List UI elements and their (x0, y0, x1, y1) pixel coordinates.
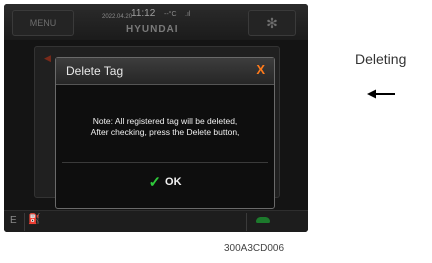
figure-caption: 300A3CD006 (224, 243, 285, 254)
display-screen: MENU 2022.04.20 11:12 --°C .ıl HYUNDAI ✻… (4, 4, 308, 232)
dialog-header: Delete Tag X (56, 58, 274, 85)
deleting-label: Deleting (355, 51, 407, 67)
dialog-title: Delete Tag (66, 64, 124, 78)
ok-button[interactable]: ✓ OK (126, 170, 204, 194)
ok-label: OK (165, 176, 182, 188)
divider (246, 213, 247, 231)
delete-tag-dialog: Delete Tag X Note: All registered tag wi… (55, 57, 275, 209)
signal-icon: .ıl (185, 11, 191, 18)
menu-button[interactable]: MENU (12, 10, 74, 36)
fuel-icon: ⛽ (28, 214, 41, 225)
brand-label: HYUNDAI (126, 24, 179, 35)
fan-button[interactable]: ✻ (248, 10, 296, 36)
divider (24, 213, 25, 231)
message-line: Note: All registered tag will be deleted… (92, 116, 238, 126)
fan-icon: ✻ (266, 15, 278, 31)
temperature-display: --°C (164, 11, 177, 18)
message-line: After checking, press the Delete button, (90, 127, 240, 137)
date-display: 2022.04.20 (102, 14, 133, 20)
arrow-left-icon (367, 89, 395, 99)
car-icon (256, 217, 270, 223)
fuel-empty-label: E (10, 215, 17, 226)
dialog-message: Note: All registered tag will be deleted… (62, 116, 268, 138)
check-icon: ✓ (148, 174, 162, 191)
time-display: 11:12 (131, 8, 156, 19)
back-arrow-icon: ◀ (44, 53, 51, 63)
close-icon[interactable]: X (256, 62, 265, 77)
top-bar: MENU 2022.04.20 11:12 --°C .ıl HYUNDAI ✻ (4, 4, 308, 40)
bottom-bar: E ⛽ (4, 210, 308, 232)
dialog-divider (62, 162, 268, 163)
